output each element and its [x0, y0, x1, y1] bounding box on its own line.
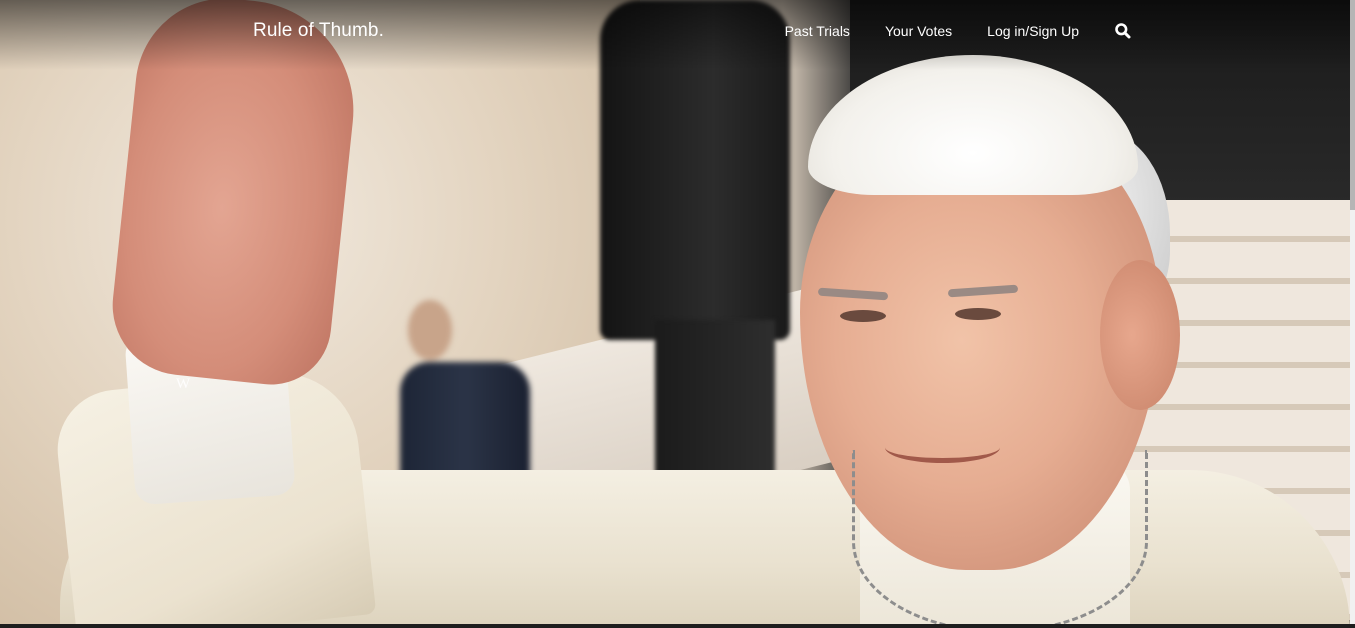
page-scrollbar[interactable]	[1350, 0, 1355, 628]
top-navigation: Rule of Thumb. Past Trials Your Votes Lo…	[0, 0, 1350, 62]
hero-image: W	[0, 0, 1350, 624]
page: W Rule of Thumb. Past Trials Your Votes …	[0, 0, 1355, 628]
hero-chain	[852, 450, 1148, 624]
search-icon[interactable]	[1114, 22, 1132, 40]
hero-eye-right	[955, 308, 1001, 320]
nav-link-login-signup[interactable]: Log in/Sign Up	[987, 23, 1079, 39]
nav-link-past-trials[interactable]: Past Trials	[785, 23, 850, 39]
hero-eye-left	[840, 310, 886, 322]
nav-links: Past Trials Your Votes Log in/Sign Up	[785, 22, 1132, 40]
hero-background-man-head	[408, 300, 452, 360]
nav-link-your-votes[interactable]: Your Votes	[885, 23, 952, 39]
scrollbar-thumb[interactable]	[1350, 0, 1355, 210]
hero-ear	[1100, 260, 1180, 410]
bottom-edge	[0, 624, 1355, 628]
hero-watermark: W	[176, 376, 191, 392]
brand-logo-link[interactable]: Rule of Thumb.	[253, 20, 384, 42]
